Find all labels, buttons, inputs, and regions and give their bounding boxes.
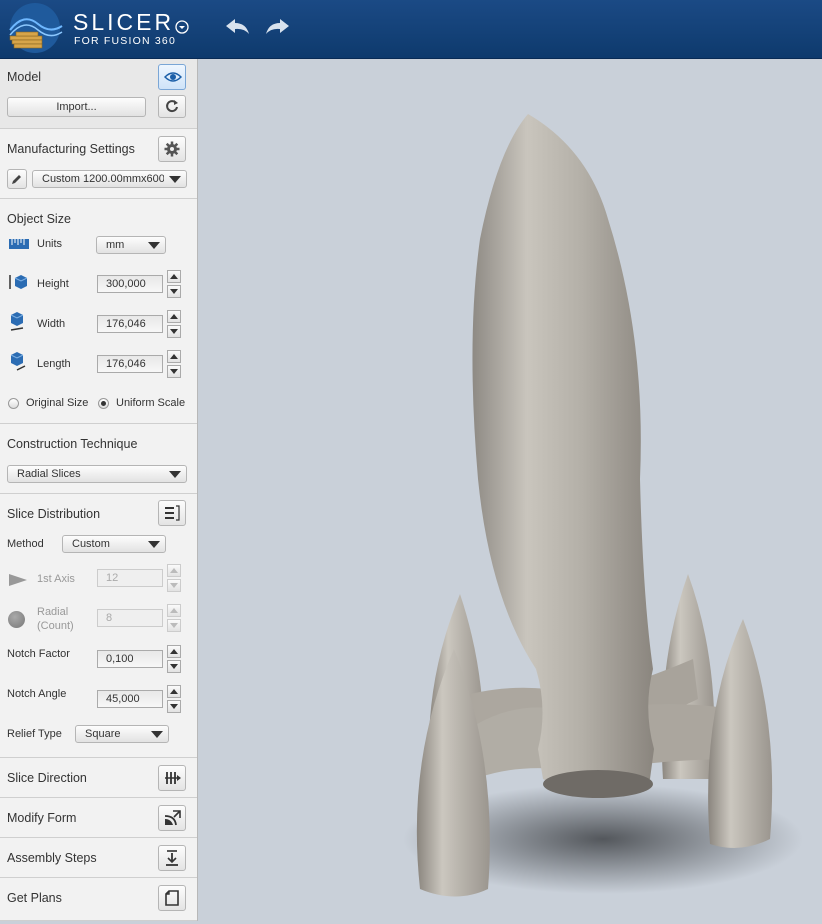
length-stepper[interactable] xyxy=(167,350,181,378)
length-input[interactable]: 176,046 xyxy=(97,355,163,373)
sidebar: Model Import... Manufacturing Settings C… xyxy=(0,59,198,921)
slice-distribution-section: Slice Distribution Method Custom 1st Axi… xyxy=(0,494,197,758)
visibility-toggle-button[interactable] xyxy=(158,64,186,90)
app-title: SLICER xyxy=(73,9,175,35)
construction-technique-dropdown[interactable]: Radial Slices xyxy=(7,465,187,483)
width-label: Width xyxy=(37,318,66,330)
radial-label: Radial xyxy=(37,606,69,618)
length-cube-icon xyxy=(10,352,26,371)
app-subtitle: FOR FUSION 360 xyxy=(74,35,176,47)
radial-circle-icon xyxy=(8,611,25,628)
object-size-title: Object Size xyxy=(7,212,71,226)
gear-icon xyxy=(164,141,180,157)
refresh-icon xyxy=(166,100,178,113)
notch-factor-stepper[interactable] xyxy=(167,645,181,673)
assembly-steps-button[interactable] xyxy=(158,845,186,871)
manufacturing-settings-button[interactable] xyxy=(158,136,186,162)
original-size-radio[interactable] xyxy=(8,398,19,409)
relief-type-dropdown[interactable]: Square xyxy=(75,725,169,743)
width-stepper[interactable] xyxy=(167,310,181,338)
slice-distribution-title: Slice Distribution xyxy=(7,507,101,521)
first-axis-stepper[interactable] xyxy=(167,564,181,592)
construction-section: Construction Technique Radial Slices xyxy=(0,424,197,494)
first-axis-label: 1st Axis xyxy=(37,573,75,585)
distribution-icon xyxy=(165,505,180,521)
undo-icon[interactable] xyxy=(222,15,252,39)
width-input[interactable]: 176,046 xyxy=(97,315,163,333)
slice-distribution-button[interactable] xyxy=(158,500,186,526)
radial-count-stepper[interactable] xyxy=(167,604,181,632)
relief-type-label: Relief Type xyxy=(7,728,62,740)
rocket-model[interactable] xyxy=(198,59,822,921)
units-dropdown[interactable]: mm xyxy=(96,236,166,254)
uniform-scale-label: Uniform Scale xyxy=(116,397,186,409)
import-button[interactable]: Import... xyxy=(7,97,146,117)
length-label: Length xyxy=(37,358,71,370)
height-input[interactable]: 300,000 xyxy=(97,275,163,293)
redo-icon[interactable] xyxy=(263,15,293,39)
notch-angle-label: Notch Angle xyxy=(7,688,67,700)
height-label: Height xyxy=(37,278,69,290)
radial-count-label: (Count) xyxy=(37,620,74,632)
modify-form-section: Modify Form xyxy=(0,798,197,838)
rocket-base xyxy=(543,770,653,798)
slice-direction-title: Slice Direction xyxy=(7,771,87,785)
manufacturing-section: Manufacturing Settings Custom 1200.00mmx… xyxy=(0,129,197,199)
width-cube-icon xyxy=(10,312,24,331)
app-header: SLICER FOR FUSION 360 xyxy=(0,0,822,59)
download-icon xyxy=(166,850,178,866)
app-menu-chevron-icon[interactable] xyxy=(175,20,189,34)
slicer-logo-icon xyxy=(9,3,63,53)
notch-factor-label: Notch Factor xyxy=(7,648,70,660)
slice-direction-button[interactable] xyxy=(158,765,186,791)
eye-icon xyxy=(164,72,182,82)
radial-count-input[interactable]: 8 xyxy=(97,609,163,627)
edit-preset-button[interactable] xyxy=(7,169,27,189)
notch-angle-input[interactable]: 45,000 xyxy=(97,690,163,708)
modify-form-button[interactable] xyxy=(158,805,186,831)
method-dropdown[interactable]: Custom xyxy=(62,535,166,553)
uniform-scale-radio[interactable] xyxy=(98,398,109,409)
get-plans-title: Get Plans xyxy=(7,891,62,905)
axis-arrow-icon xyxy=(9,574,27,586)
units-label: Units xyxy=(37,238,63,250)
manufacturing-preset-dropdown[interactable]: Custom 1200.00mmx600.00mm xyxy=(32,170,187,188)
original-size-label: Original Size xyxy=(26,397,89,409)
construction-title: Construction Technique xyxy=(7,437,138,451)
modify-form-icon xyxy=(164,810,181,826)
assembly-steps-section: Assembly Steps xyxy=(0,838,197,878)
first-axis-input[interactable]: 12 xyxy=(97,569,163,587)
model-section: Model Import... xyxy=(0,59,197,129)
object-size-section: Object Size Units mm Height 300,000 Widt… xyxy=(0,199,197,424)
assembly-steps-title: Assembly Steps xyxy=(7,851,97,865)
notch-angle-stepper[interactable] xyxy=(167,685,181,713)
get-plans-section: Get Plans xyxy=(0,878,197,921)
ruler-icon xyxy=(9,239,29,249)
pencil-icon xyxy=(12,175,21,184)
model-title: Model xyxy=(7,70,42,84)
notch-factor-input[interactable]: 0,100 xyxy=(97,650,163,668)
front-right-fin xyxy=(708,619,773,848)
3d-viewport[interactable] xyxy=(198,59,822,921)
height-stepper[interactable] xyxy=(167,270,181,298)
slice-direction-icon xyxy=(165,772,181,784)
slice-direction-section: Slice Direction xyxy=(0,758,197,798)
height-cube-icon xyxy=(9,275,28,289)
manufacturing-title: Manufacturing Settings xyxy=(7,142,135,156)
refresh-button[interactable] xyxy=(158,95,186,118)
modify-form-title: Modify Form xyxy=(7,811,77,825)
method-label: Method xyxy=(7,538,44,550)
document-icon xyxy=(165,890,179,906)
get-plans-button[interactable] xyxy=(158,885,186,911)
